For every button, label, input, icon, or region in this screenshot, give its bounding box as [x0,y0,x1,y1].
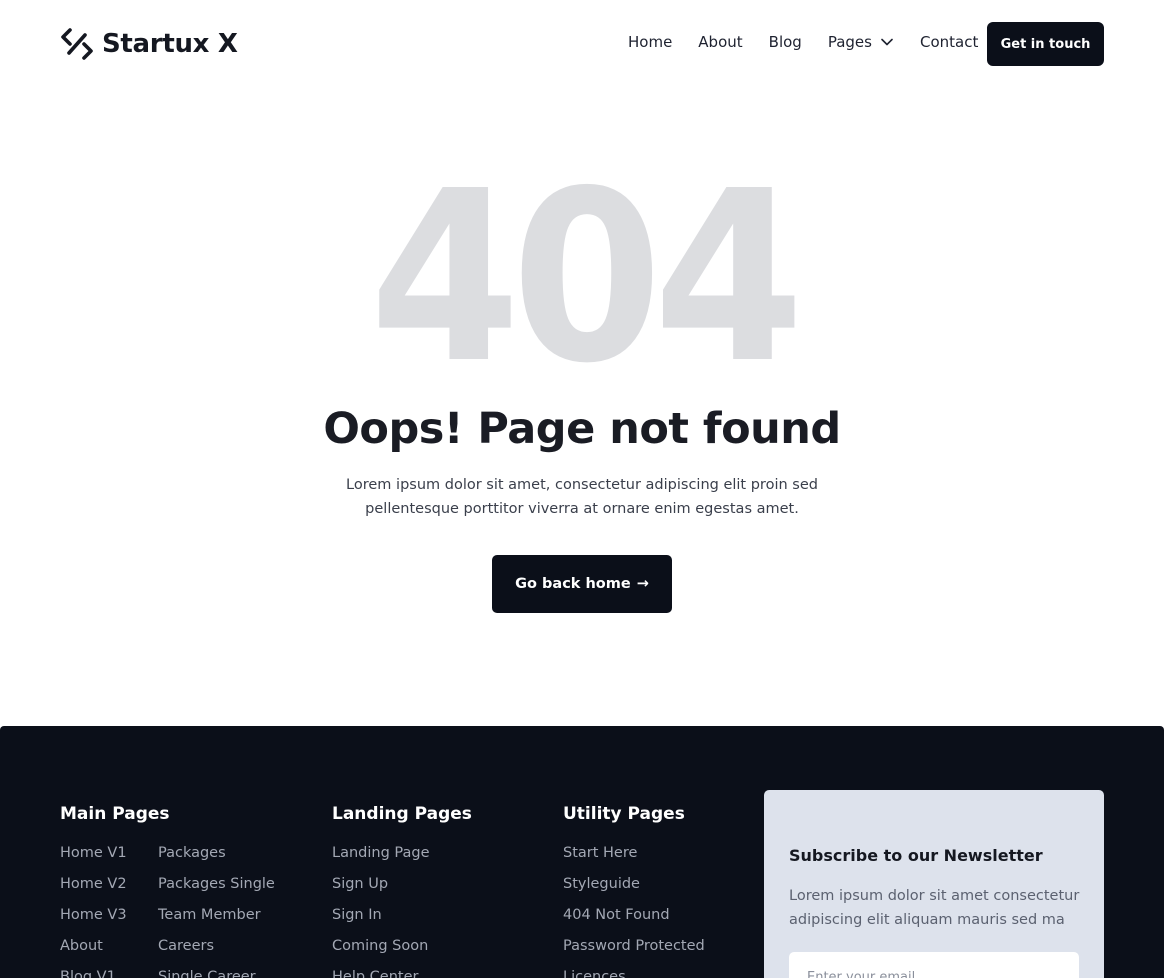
logo[interactable]: Startux X [60,26,238,62]
logo-text: Startux X [102,29,238,59]
footer-link[interactable]: Home V2 [60,875,127,906]
footer-link[interactable]: Coming Soon [332,937,430,968]
footer-link[interactable]: Team Member [158,906,275,937]
go-back-home-label: Go back home [515,576,631,592]
footer-link[interactable]: Blog V1 [60,968,127,978]
footer-link[interactable]: Password Protected [563,937,705,968]
footer-utility-pages-list: Start Here Styleguide 404 Not Found Pass… [563,844,705,978]
footer-link[interactable]: Packages [158,844,275,875]
main-nav: Home About Blog Pages Contact [628,33,1004,51]
arrow-right-icon: → [636,576,649,592]
newsletter-card: Subscribe to our Newsletter Lorem ipsum … [764,790,1104,978]
get-in-touch-button[interactable]: Get in touch [987,22,1104,66]
newsletter-email-input[interactable] [789,952,1079,978]
newsletter-description: Lorem ipsum dolor sit amet consectetur a… [789,888,1080,928]
footer-link[interactable]: Home V1 [60,844,127,875]
footer-landing-pages-title: Landing Pages [332,804,472,824]
footer-link[interactable]: Licences [563,968,705,978]
footer-link[interactable]: Sign Up [332,875,430,906]
nav-about[interactable]: About [698,33,742,51]
nav-blog[interactable]: Blog [769,33,802,51]
link-chain-icon [61,28,93,60]
footer-link[interactable]: 404 Not Found [563,906,705,937]
footer-main-pages-title: Main Pages [60,804,170,824]
footer-landing-pages-list: Landing Page Sign Up Sign In Coming Soon… [332,844,430,978]
error-code-text: 404 [369,140,804,415]
nav-pages[interactable]: Pages [828,33,894,51]
nav-home[interactable]: Home [628,33,672,51]
footer-link[interactable]: Careers [158,937,275,968]
chevron-down-icon [881,38,893,46]
footer-link[interactable]: Help Center [332,968,430,978]
nav-contact[interactable]: Contact [920,33,978,51]
nav-pages-label: Pages [827,33,872,51]
footer-link[interactable]: Packages Single [158,875,275,906]
footer-link[interactable]: About [60,937,127,968]
footer-link[interactable]: Sign In [332,906,430,937]
footer-utility-pages-title: Utility Pages [563,804,685,824]
site-header: Startux X Home About Blog Pages Contact … [0,0,1164,88]
footer-link[interactable]: Styleguide [563,875,705,906]
footer-main-pages-list-1: Home V1 Home V2 Home V3 About Blog V1 [60,844,127,978]
newsletter-title: Subscribe to our Newsletter [789,846,1043,865]
go-back-home-button[interactable]: Go back home → [492,555,672,613]
footer-link[interactable]: Single Career [158,968,275,978]
site-footer: Main Pages Home V1 Home V2 Home V3 About… [0,726,1164,978]
footer-link[interactable]: Landing Page [332,844,430,875]
footer-link[interactable]: Home V3 [60,906,127,937]
page-description: Lorem ipsum dolor sit amet, consectetur … [346,477,818,517]
footer-main-pages-list-2: Packages Packages Single Team Member Car… [158,844,275,978]
footer-link[interactable]: Start Here [563,844,705,875]
page-title: Oops! Page not found [323,404,841,454]
error-code: 404 [0,160,1164,396]
